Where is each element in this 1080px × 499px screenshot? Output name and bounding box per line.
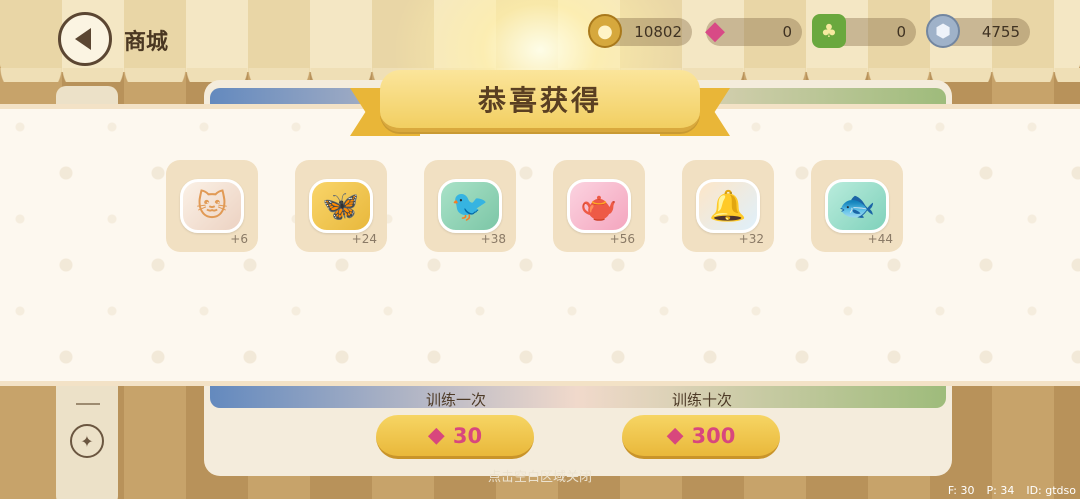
train-ten-button[interactable]: ◆ 300 — [622, 415, 780, 459]
reward-item-butterfly[interactable]: 🦋 +24 — [295, 160, 387, 252]
debug-f: F: 30 — [947, 484, 975, 497]
fish-icon: 🐟 — [825, 179, 889, 233]
acorn-icon: ♣ — [812, 14, 846, 48]
item-qty: +24 — [351, 232, 377, 246]
item-qty: +32 — [738, 232, 764, 246]
train-ten-cost: 300 — [691, 423, 736, 448]
gem-icon: ◆ — [427, 423, 445, 448]
back-arrow-icon — [75, 28, 91, 50]
back-button[interactable] — [58, 12, 112, 66]
gem-counter: ◆ 0 — [705, 16, 802, 46]
butterfly-icon: 🦋 — [309, 179, 373, 233]
gem-value: 0 — [782, 23, 792, 41]
reward-items: 🐱 +6 🦋 +24 🐦 +38 🫖 +56 🔔 +32 🐟 +44 — [166, 160, 903, 252]
acorn-counter: ♣ 0 — [812, 14, 916, 48]
bell-icon: 🔔 — [696, 179, 760, 233]
train-once-button[interactable]: ◆ 30 — [376, 415, 534, 459]
reward-item-watering-can[interactable]: 🫖 +56 — [553, 160, 645, 252]
reward-item-cat[interactable]: 🐱 +6 — [166, 160, 258, 252]
watering-can-icon: 🫖 — [567, 179, 631, 233]
medal-counter: ⬢ 4755 — [926, 14, 1030, 48]
acorn-value: 0 — [896, 23, 906, 41]
medal-value: 4755 — [981, 23, 1020, 41]
coin-icon: ● — [588, 14, 622, 48]
train-once-label: 训练一次 — [425, 391, 486, 409]
coin-counter: ● 10802 — [588, 14, 692, 48]
page-title: 商城 — [124, 30, 169, 55]
train-ten-label: 训练十次 — [671, 391, 732, 409]
debug-info: F: 30 P: 34 ID: gtdso — [948, 484, 1076, 497]
bird-icon: 🐦 — [438, 179, 502, 233]
gem-icon: ◆ — [666, 423, 684, 448]
popup-title: 恭喜获得 — [380, 70, 700, 132]
item-qty: +44 — [867, 232, 893, 246]
reward-item-fish[interactable]: 🐟 +44 — [811, 160, 903, 252]
reward-item-bird[interactable]: 🐦 +38 — [424, 160, 516, 252]
acorn-tab-icon[interactable]: ✦ — [70, 424, 104, 458]
side-divider — [76, 403, 100, 405]
item-qty: +38 — [480, 232, 506, 246]
close-hint[interactable]: 点击空白区域关闭 — [440, 466, 640, 485]
coin-value: 10802 — [634, 23, 682, 41]
debug-p: P: 34 — [986, 484, 1015, 497]
gem-icon: ◆ — [705, 16, 725, 46]
train-once-cost: 30 — [452, 423, 483, 448]
item-qty: +56 — [609, 232, 635, 246]
debug-id: ID: gtdso — [1026, 484, 1076, 497]
item-qty: +6 — [230, 232, 248, 246]
reward-item-bell[interactable]: 🔔 +32 — [682, 160, 774, 252]
cat-icon: 🐱 — [180, 179, 244, 233]
medal-icon: ⬢ — [926, 14, 960, 48]
